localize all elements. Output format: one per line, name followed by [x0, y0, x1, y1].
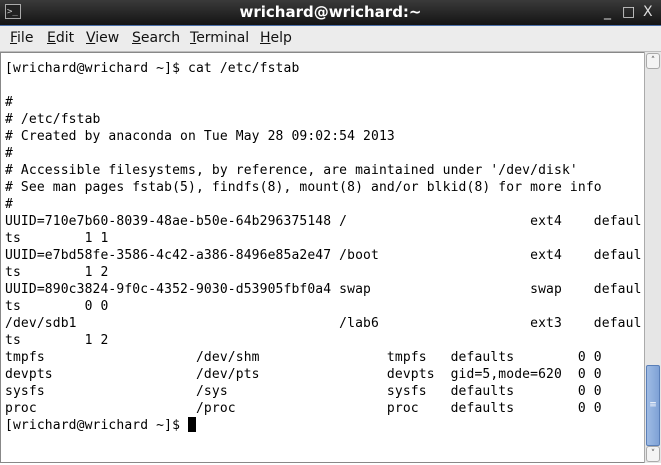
- terminal-line: UUID=e7bd58fe-3586-4c42-a386-8496e85a2e4…: [5, 248, 642, 263]
- terminal-line: #: [5, 95, 13, 110]
- title-bar[interactable]: >_ wrichard@wrichard:~ _ □ X: [0, 0, 661, 26]
- terminal-line: #: [5, 146, 13, 161]
- vertical-scrollbar[interactable]: ˄ ≡ ˅: [644, 52, 661, 463]
- terminal-line: tmpfs /dev/shm tmpfs defaults 0 0: [5, 350, 602, 365]
- close-button[interactable]: X: [643, 4, 653, 20]
- terminal-line: ts 1 2: [5, 265, 109, 280]
- prompt: [wrichard@wrichard ~]$: [5, 418, 189, 433]
- cursor: [188, 417, 197, 432]
- terminal-line: # Accessible filesystems, by reference, …: [5, 163, 578, 178]
- terminal-line: sysfs /sys sysfs defaults 0 0: [5, 384, 602, 399]
- terminal-prompt-line[interactable]: [wrichard@wrichard ~]$: [5, 417, 197, 434]
- terminal-line: [wrichard@wrichard ~]$ cat /etc/fstab: [5, 61, 300, 76]
- menu-search[interactable]: Search: [132, 30, 180, 46]
- menu-terminal[interactable]: Terminal: [190, 30, 249, 46]
- terminal-line: # Created by anaconda on Tue May 28 09:0…: [5, 129, 395, 144]
- menu-bar: File Edit View Search Terminal Help: [0, 26, 661, 52]
- menu-view[interactable]: View: [86, 30, 119, 46]
- terminal-line: /dev/sdb1 /lab6 ext3 defaul: [5, 316, 642, 331]
- terminal-line: proc /proc proc defaults 0 0: [5, 401, 602, 416]
- maximize-button[interactable]: □: [622, 4, 635, 20]
- minimize-button[interactable]: _: [604, 4, 611, 20]
- terminal-output[interactable]: [wrichard@wrichard ~]$ [wrichard@wrichar…: [0, 52, 644, 463]
- menu-help[interactable]: Help: [260, 30, 292, 46]
- terminal-line: ts 0 0: [5, 299, 109, 314]
- terminal-line: #: [5, 197, 13, 212]
- window-title: wrichard@wrichard:~: [239, 3, 422, 21]
- terminal-line: ts 1 2: [5, 333, 109, 348]
- scrollbar-thumb[interactable]: ≡: [646, 365, 660, 446]
- scroll-down-arrow-icon[interactable]: ˅: [646, 446, 660, 462]
- terminal-line: # /etc/fstab: [5, 112, 101, 127]
- terminal-line: # See man pages fstab(5), findfs(8), mou…: [5, 180, 602, 195]
- terminal-line: UUID=710e7b60-8039-48ae-b50e-64b29637514…: [5, 214, 642, 229]
- scroll-up-arrow-icon[interactable]: ˄: [646, 53, 660, 69]
- menu-edit[interactable]: Edit: [47, 30, 74, 46]
- terminal-line: ts 1 1: [5, 231, 109, 246]
- terminal-line: UUID=890c3824-9f0c-4352-9030-d53905fbf0a…: [5, 282, 642, 297]
- terminal-line: devpts /dev/pts devpts gid=5,mode=620 0 …: [5, 367, 602, 382]
- menu-file[interactable]: File: [10, 30, 33, 46]
